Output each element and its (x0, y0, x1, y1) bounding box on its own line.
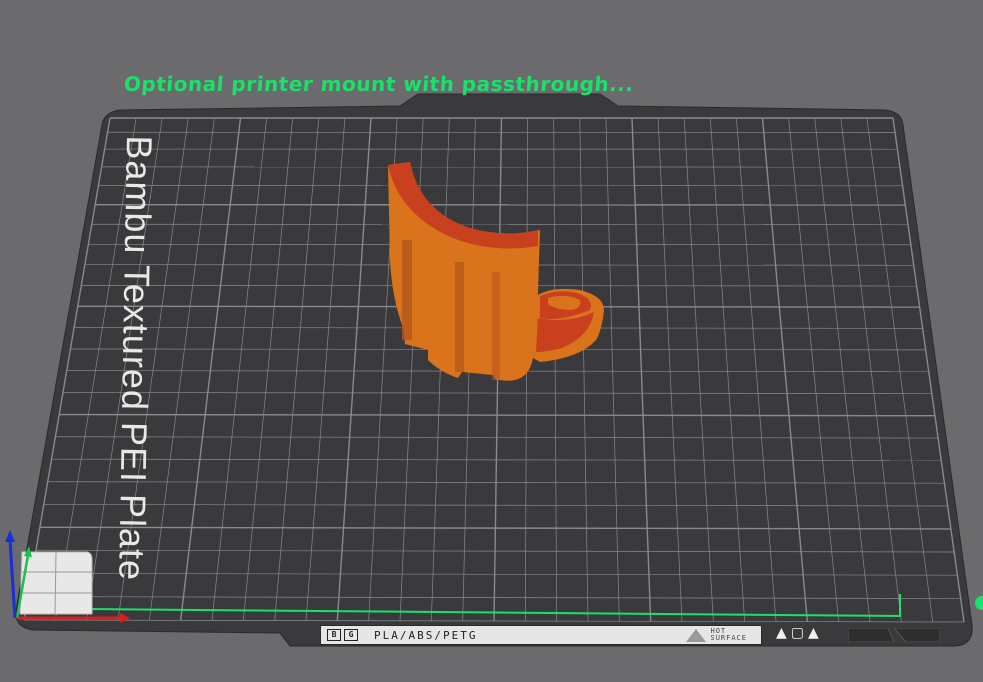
plate-left-icon: ▲ (776, 625, 787, 641)
3d-viewport[interactable]: Optional printer mount with passthrough.… (0, 0, 983, 678)
view-cube[interactable] (20, 552, 92, 614)
logo-mark-right: G (344, 629, 358, 641)
plate-icons: ▲ ▢ ▲ (776, 625, 819, 641)
scroll-indicator[interactable] (975, 596, 983, 610)
brand-logo: B G (321, 629, 364, 641)
logo-mark-left: B (327, 629, 341, 641)
materials-label: PLA/ABS/PETG (374, 629, 477, 642)
plate-right-icon: ▲ (808, 625, 819, 641)
plate-label-strip: B G PLA/ABS/PETG HOT SURFACE (320, 625, 762, 645)
plate-notch (848, 628, 940, 642)
hot-label-line2: SURFACE (710, 634, 747, 642)
plate-title[interactable]: Optional printer mount with passthrough.… (123, 72, 634, 96)
plate-brand-text: Bambu Textured PEI Plate (110, 135, 160, 581)
warning-icon (686, 629, 706, 642)
square-icon: ▢ (791, 625, 804, 641)
hot-surface-label: HOT SURFACE (710, 628, 747, 642)
